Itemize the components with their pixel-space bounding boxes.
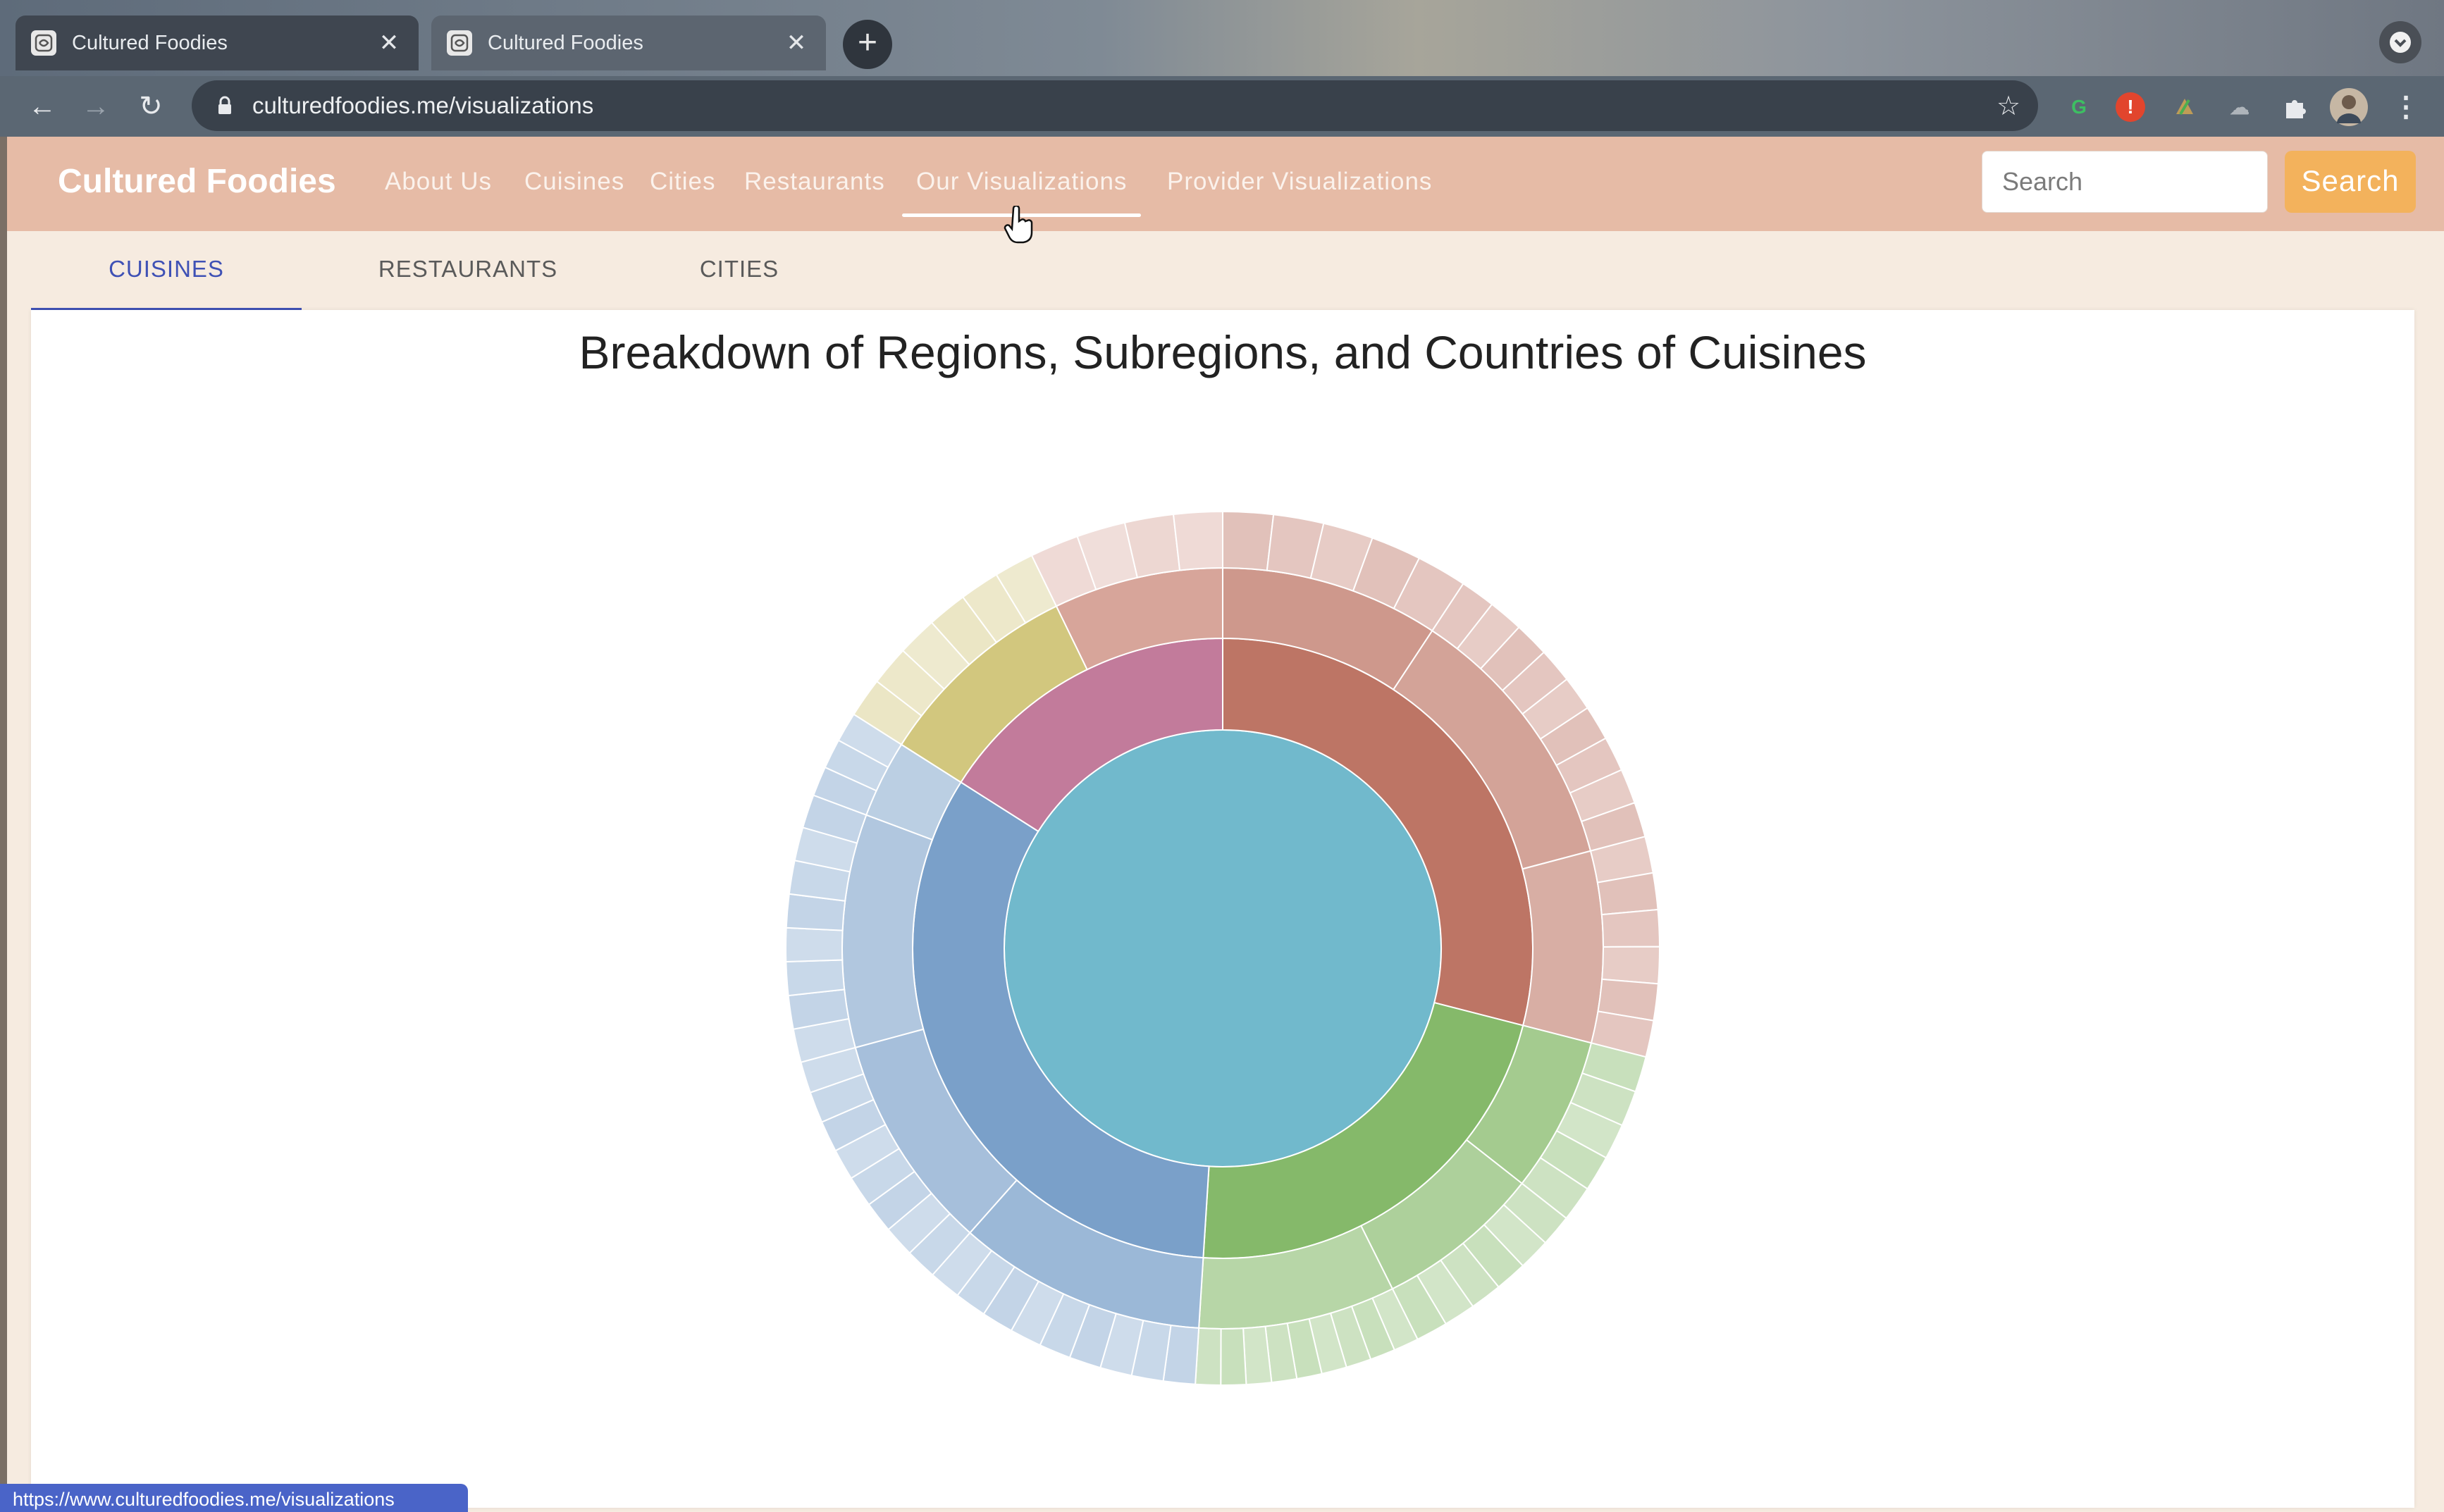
sunburst-root[interactable] [1004, 729, 1442, 1167]
nav-link-cities[interactable]: Cities [650, 168, 716, 196]
site-brand[interactable]: Cultured Foodies [58, 162, 336, 201]
cloud-extension-icon[interactable]: ☁ [2223, 90, 2257, 124]
close-tab-icon[interactable]: ✕ [375, 29, 403, 57]
back-icon[interactable]: ← [21, 86, 63, 128]
bookmark-star-icon[interactable]: ☆ [1987, 90, 2030, 122]
browser-tab-strip: Cultured Foodies ✕ Cultured Foodies ✕ + [0, 0, 2444, 76]
browser-tab-title: Cultured Foodies [488, 31, 643, 54]
window-edge [0, 137, 7, 1512]
address-bar[interactable]: culturedfoodies.me/visualizations ☆ [192, 80, 2038, 131]
search-input[interactable] [1982, 151, 2268, 213]
browser-tab[interactable]: Cultured Foodies ✕ [16, 16, 419, 70]
red-extension-icon[interactable]: ! [2116, 92, 2145, 122]
tab-cities[interactable]: CITIES [623, 234, 856, 311]
forward-icon[interactable]: → [75, 86, 117, 128]
visualization-tabs: CUISINES RESTAURANTS CITIES [31, 234, 2413, 311]
chart-card: Breakdown of Regions, Subregions, and Co… [31, 310, 2414, 1508]
reload-icon[interactable]: ↻ [130, 86, 172, 128]
sunburst-country-arc[interactable] [1222, 510, 1275, 571]
grammarly-extension-icon[interactable]: G [2062, 90, 2096, 124]
browser-menu-icon[interactable]: ⋮ [2389, 90, 2423, 124]
sunburst-country-arc[interactable] [1601, 946, 1661, 985]
extensions-puzzle-icon[interactable] [2278, 90, 2312, 124]
close-tab-icon[interactable]: ✕ [782, 29, 810, 57]
site-favicon-icon [31, 30, 56, 56]
sunburst-subregion-arc[interactable] [1522, 850, 1604, 1044]
browser-tab-title: Cultured Foodies [72, 31, 228, 54]
site-navbar: Cultured Foodies About Us Cuisines Citie… [7, 137, 2444, 231]
site-favicon-icon [447, 30, 472, 56]
address-bar-url: culturedfoodies.me/visualizations [252, 92, 594, 118]
sunburst-chart [785, 510, 1661, 1386]
search-button[interactable]: Search [2285, 151, 2416, 213]
sunburst-country-arc[interactable] [785, 959, 846, 997]
browser-toolbar: ← → ↻ culturedfoodies.me/visualizations … [0, 76, 2444, 137]
nav-link-provider-visualizations[interactable]: Provider Visualizations [1167, 168, 1432, 196]
sunburst-country-arc[interactable] [1220, 1327, 1247, 1386]
nav-link-cuisines[interactable]: Cuisines [524, 168, 624, 196]
nav-link-our-visualizations[interactable]: Our Visualizations [901, 168, 1142, 217]
sunburst-country-arc[interactable] [1195, 1327, 1222, 1386]
nav-link-restaurants[interactable]: Restaurants [744, 168, 885, 196]
new-tab-button[interactable]: + [843, 20, 892, 69]
sunburst-country-arc[interactable] [1172, 510, 1223, 571]
tab-restaurants[interactable]: RESTAURANTS [313, 234, 623, 311]
color-extension-icon[interactable] [2168, 90, 2202, 124]
browser-tab-active[interactable]: Cultured Foodies ✕ [431, 16, 826, 70]
link-status-bubble: https://www.culturedfoodies.me/visualiza… [0, 1484, 468, 1512]
profile-avatar-icon[interactable] [2330, 88, 2368, 126]
tab-cuisines[interactable]: CUISINES [31, 234, 302, 311]
lock-icon [218, 96, 231, 114]
sunburst-country-arc[interactable] [1600, 908, 1661, 948]
nav-link-about-us[interactable]: About Us [385, 168, 492, 196]
sunburst-country-arc[interactable] [785, 927, 844, 963]
tab-search-icon[interactable] [2379, 21, 2421, 63]
